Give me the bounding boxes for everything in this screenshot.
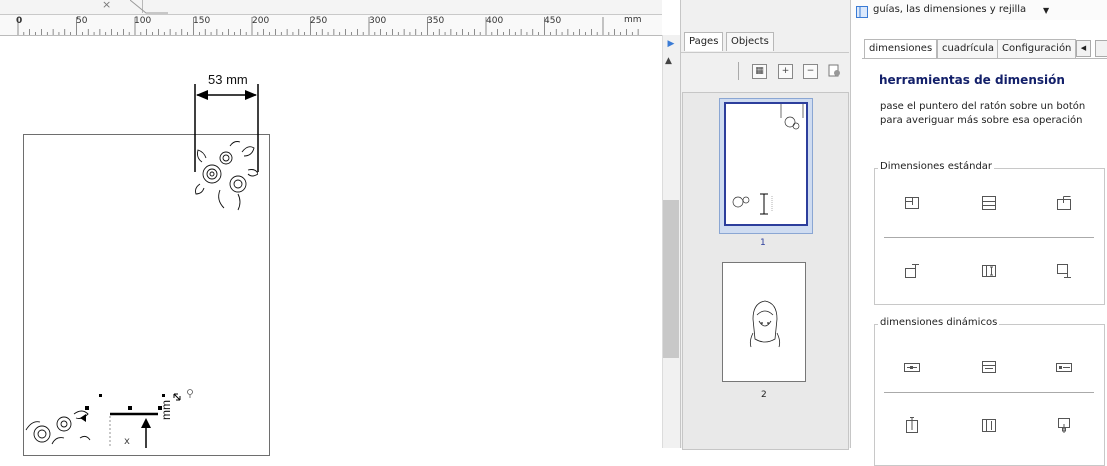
svg-text:x: x [124, 436, 130, 447]
dynamic-vertical-center-icon[interactable] [980, 416, 998, 434]
dynamic-center-icon[interactable] [980, 358, 998, 376]
document-tab[interactable] [12, 0, 143, 13]
vertical-dimension-label[interactable]: mm [159, 400, 173, 420]
dynamic-horizontal-icon[interactable] [903, 358, 921, 376]
tab-dimensiones[interactable]: dimensiones [864, 39, 938, 59]
vertical-center-dimension-icon[interactable] [980, 194, 998, 212]
dynamic-bottom-icon[interactable] [1055, 416, 1073, 434]
add-page-icon[interactable]: + [778, 64, 793, 79]
page-thumbnail-2[interactable] [722, 262, 806, 382]
flower-illustration[interactable] [192, 138, 258, 212]
tab-edge-icon [130, 0, 168, 14]
tab-scroll-right-icon[interactable] [1095, 40, 1107, 57]
chevron-down-icon[interactable]: ▼ [1043, 6, 1049, 15]
tool-description: pase el puntero del ratón sobre un botón [880, 101, 1086, 112]
group-label: Dimensiones estándar [878, 161, 995, 172]
page-settings-icon[interactable] [828, 64, 841, 77]
top-dimension-icon[interactable] [1055, 194, 1073, 212]
tab-configuracion[interactable]: Configuración [997, 39, 1077, 58]
page-thumbnail-1[interactable] [724, 102, 808, 226]
tool-heading: herramientas de dimensión [879, 73, 1065, 87]
thumbnail-view-icon[interactable]: ▦ [752, 64, 767, 79]
toolbar-separator [738, 62, 739, 80]
thumbnail-content [732, 104, 804, 215]
remove-page-icon[interactable]: − [803, 64, 818, 79]
selection-handles[interactable]: x [80, 384, 210, 448]
page-number: 1 [760, 238, 766, 248]
tab-cuadricula[interactable]: cuadrícula [937, 39, 999, 58]
tab-scroll-left-icon[interactable]: ◀ [1076, 40, 1091, 57]
dynamic-right-icon[interactable] [1055, 358, 1073, 376]
right-dimension-icon[interactable] [1055, 262, 1073, 280]
docker-title[interactable]: guías, las dimensiones y rejilla [873, 4, 1026, 15]
dynamic-vertical-icon[interactable] [903, 416, 921, 434]
scroll-up-icon[interactable]: ▲ [665, 56, 672, 66]
tab-objects[interactable]: Objects [726, 32, 774, 51]
group-separator [884, 237, 1094, 238]
horizontal-dimension-icon[interactable] [903, 194, 921, 212]
page-number: 2 [761, 390, 767, 400]
guides-icon [856, 6, 868, 18]
dynamic-dimensions-group [874, 324, 1105, 466]
ruler-ticks [17, 17, 639, 35]
group-label: dimensiones dinámicos [878, 317, 1000, 328]
tab-divider [862, 58, 1107, 59]
portrait-illustration [749, 300, 781, 348]
panel-expand-icon[interactable]: ▶ [662, 35, 680, 53]
tab-pages[interactable]: Pages [684, 32, 724, 51]
scrollbar-thumb[interactable] [663, 200, 679, 358]
close-tab-icon[interactable]: × [102, 0, 111, 11]
tool-description: para averiguar más sobre esa operación [880, 115, 1083, 126]
group-separator [884, 392, 1094, 393]
bottom-left-dimension-icon[interactable] [903, 262, 921, 280]
vertical-dimension-icon[interactable] [980, 262, 998, 280]
